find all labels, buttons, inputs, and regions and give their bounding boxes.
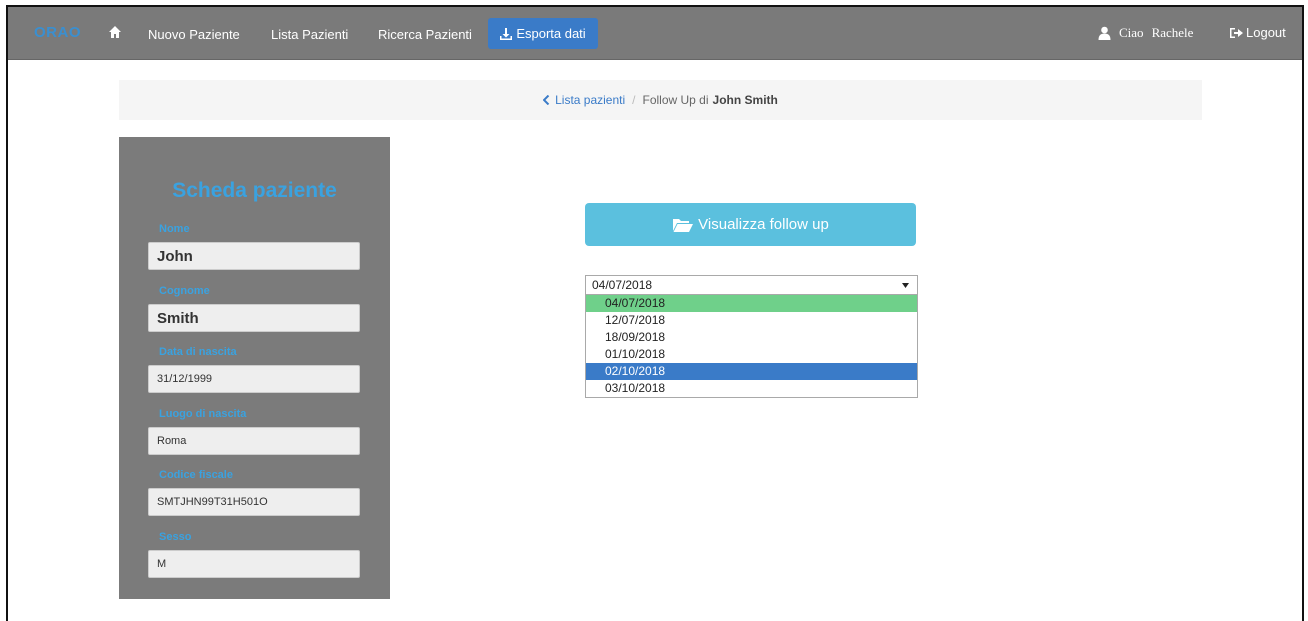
brand-logo[interactable]: ORAO	[34, 24, 81, 41]
view-follow-up-label: Visualizza follow up	[698, 216, 829, 233]
follow-up-date-select[interactable]: 04/07/2018	[585, 275, 918, 295]
breadcrumb-current-name: John Smith	[712, 93, 778, 107]
date-option[interactable]: 01/10/2018	[586, 346, 917, 363]
date-option[interactable]: 12/07/2018	[586, 312, 917, 329]
chevron-left-icon	[543, 95, 550, 105]
field-nome[interactable]: John	[148, 242, 360, 270]
field-data-nascita[interactable]: 31/12/1999	[148, 365, 360, 393]
logout-label: Logout	[1246, 25, 1286, 40]
export-label: Esporta dati	[516, 26, 586, 41]
nav-ricerca-pazienti[interactable]: Ricerca Pazienti	[378, 27, 472, 42]
label-nome: Nome	[159, 223, 190, 235]
app-window: ORAO Nuovo Paziente Lista Pazienti Ricer…	[6, 5, 1304, 621]
user-name: Rachele	[1151, 25, 1194, 40]
patient-card-title: Scheda paziente	[172, 179, 337, 202]
top-navbar: ORAO Nuovo Paziente Lista Pazienti Ricer…	[8, 7, 1302, 60]
folder-open-icon	[673, 218, 694, 232]
logout-link[interactable]: Logout	[1230, 25, 1286, 40]
chevron-down-icon	[902, 283, 909, 288]
label-codice-fiscale: Codice fiscale	[159, 469, 233, 481]
field-sesso[interactable]: M	[148, 550, 360, 578]
breadcrumb-back-label: Lista pazienti	[555, 93, 626, 107]
label-sesso: Sesso	[159, 531, 192, 543]
date-option[interactable]: 03/10/2018	[586, 380, 917, 397]
breadcrumb-separator: /	[632, 93, 636, 107]
download-icon	[500, 27, 513, 40]
view-follow-up-button[interactable]: Visualizza follow up	[585, 203, 916, 246]
user-icon	[1098, 26, 1111, 40]
field-luogo-nascita[interactable]: Roma	[148, 427, 360, 455]
follow-up-date-options: 04/07/2018 12/07/2018 18/09/2018 01/10/2…	[585, 295, 918, 398]
selected-date: 04/07/2018	[592, 278, 653, 292]
date-option[interactable]: 04/07/2018	[586, 295, 917, 312]
label-data-nascita: Data di nascita	[159, 346, 237, 358]
breadcrumb-current-prefix: Follow Up di	[642, 93, 709, 107]
date-option[interactable]: 02/10/2018	[586, 363, 917, 380]
field-cognome[interactable]: Smith	[148, 304, 360, 332]
nav-lista-pazienti[interactable]: Lista Pazienti	[271, 27, 348, 42]
field-codice-fiscale[interactable]: SMTJHN99T31H501O	[148, 488, 360, 516]
label-luogo-nascita: Luogo di nascita	[159, 408, 247, 420]
breadcrumb-back-link[interactable]: Lista pazienti	[543, 93, 625, 107]
label-cognome: Cognome	[159, 285, 210, 297]
greeting-text: Ciao	[1119, 25, 1144, 40]
user-menu[interactable]: Ciao Rachele	[1098, 25, 1193, 41]
home-icon[interactable]	[108, 25, 122, 39]
patient-card: Scheda paziente Nome John Cognome Smith …	[119, 137, 390, 599]
date-option[interactable]: 18/09/2018	[586, 329, 917, 346]
breadcrumb: Lista pazienti / Follow Up di John Smith	[119, 80, 1202, 120]
export-data-button[interactable]: Esporta dati	[488, 18, 598, 49]
logout-icon	[1230, 27, 1243, 38]
nav-nuovo-paziente[interactable]: Nuovo Paziente	[148, 27, 240, 42]
